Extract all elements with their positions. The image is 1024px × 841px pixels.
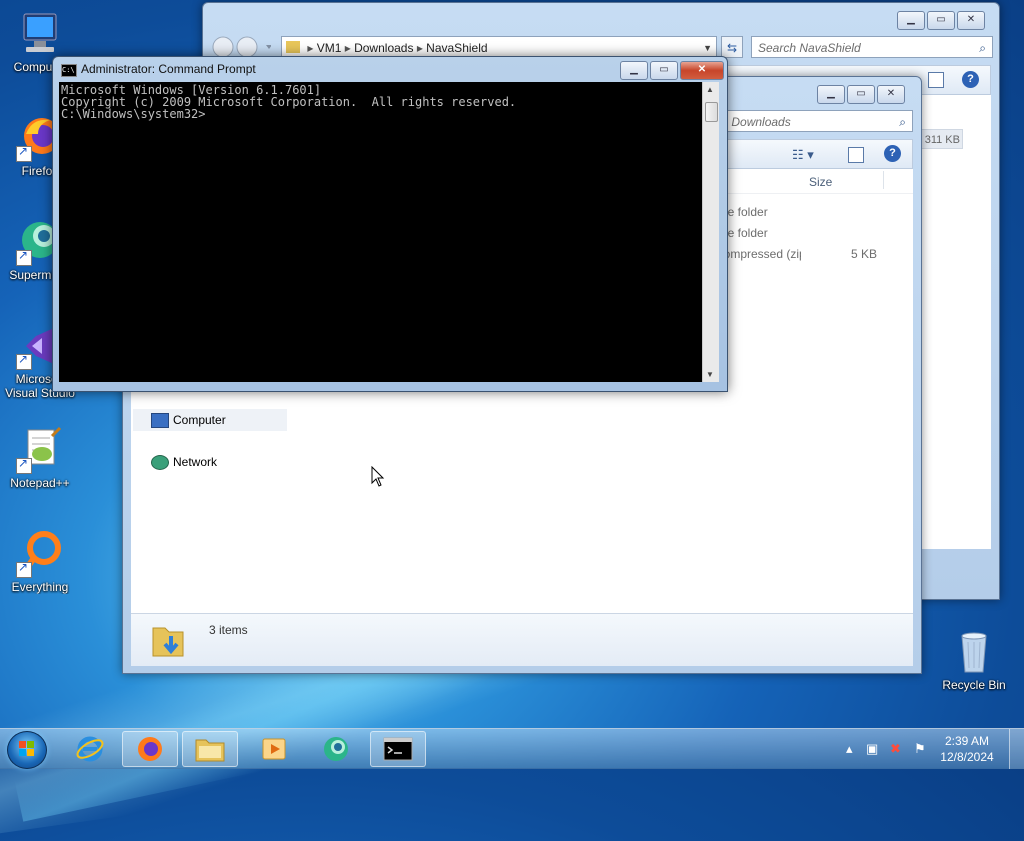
- view-options-icon[interactable]: ☷ ▾: [792, 147, 814, 163]
- show-desktop-button[interactable]: [1009, 729, 1024, 769]
- desktop-icon-label: Recycle Bin: [942, 678, 1006, 692]
- minimize-button[interactable]: ▁: [897, 11, 925, 30]
- scroll-up-icon[interactable]: ▲: [706, 85, 714, 94]
- console-scrollbar[interactable]: ▲ ▼: [702, 82, 719, 382]
- everything-icon: [16, 530, 64, 578]
- nav-item-label: Network: [173, 455, 218, 469]
- minimize-button[interactable]: ▁: [620, 61, 648, 80]
- help-icon[interactable]: ?: [962, 71, 979, 88]
- firefox-icon: [138, 737, 162, 761]
- status-item-count: 3 items: [209, 623, 248, 637]
- breadcrumb-item[interactable]: VM1: [317, 41, 342, 55]
- recycle-bin-icon: [950, 628, 998, 676]
- taskbar-explorer[interactable]: [182, 731, 238, 767]
- windows-logo-icon: [19, 741, 35, 757]
- taskbar-supermium[interactable]: [308, 731, 364, 767]
- folder-download-icon: [152, 627, 184, 657]
- supermium-icon: [324, 737, 348, 761]
- network-icon: [151, 455, 169, 470]
- refresh-button[interactable]: ⇆: [721, 36, 743, 58]
- clock-time: 2:39 AM: [944, 734, 990, 748]
- refresh-icon: ⇆: [726, 41, 738, 55]
- internet-explorer-icon: [76, 736, 104, 762]
- action-center-icon[interactable]: ⚑: [914, 741, 926, 757]
- shortcut-arrow-icon: [16, 456, 32, 474]
- caption-buttons: ▁ ▭ ✕: [897, 11, 985, 30]
- maximize-button[interactable]: ▭: [650, 61, 678, 80]
- taskbar-firefox[interactable]: [122, 731, 178, 767]
- show-hidden-icons-icon[interactable]: ▴: [846, 741, 853, 757]
- scroll-down-icon[interactable]: ▼: [706, 370, 714, 379]
- scroll-thumb[interactable]: [705, 102, 718, 122]
- shortcut-arrow-icon: [16, 352, 32, 370]
- preview-pane-icon[interactable]: [928, 72, 944, 88]
- close-button[interactable]: ✕: [680, 61, 724, 80]
- taskbar-internet-explorer[interactable]: [62, 731, 118, 767]
- desktop-icon-label: Notepad++: [10, 476, 70, 490]
- desktop-icon-recycle-bin[interactable]: Recycle Bin: [936, 628, 1012, 692]
- breadcrumb-item[interactable]: NavaShield: [426, 41, 487, 55]
- breadcrumb-arrow-icon: ▸: [416, 41, 427, 55]
- close-button[interactable]: ✕: [877, 85, 905, 104]
- details-size-chip: 311 KB: [915, 129, 963, 149]
- cmd-window[interactable]: C:\ Administrator: Command Prompt ▁ ▭ ✕ …: [52, 56, 728, 392]
- maximize-button[interactable]: ▭: [927, 11, 955, 30]
- nav-item-label: Computer: [173, 413, 226, 427]
- taskbar: ▴ ▣ ✖ ⚑ 2:39 AM 12/8/2024: [0, 728, 1024, 769]
- folder-icon: [195, 739, 225, 762]
- breadcrumb-arrow-icon: ▸: [307, 41, 317, 55]
- close-button[interactable]: ✕: [957, 11, 985, 30]
- maximize-button[interactable]: ▭: [847, 85, 875, 104]
- desktop-icon-everything[interactable]: Everything: [2, 530, 78, 594]
- network-status-icon[interactable]: ▣: [866, 741, 878, 757]
- help-icon[interactable]: ?: [884, 145, 901, 162]
- file-size: 5 KB: [851, 247, 878, 261]
- column-header-size[interactable]: Size: [809, 175, 832, 189]
- shortcut-arrow-icon: [16, 248, 32, 266]
- console-output[interactable]: Microsoft Windows [Version 6.1.7601] Copy…: [59, 82, 702, 382]
- details-pane: 3 items: [131, 613, 913, 666]
- start-button[interactable]: [7, 731, 47, 769]
- volume-muted-icon[interactable]: ✖: [890, 741, 901, 757]
- mouse-cursor-icon: [371, 466, 385, 487]
- caption-buttons: ▁ ▭ ✕: [817, 85, 905, 104]
- computer-icon: [151, 413, 169, 428]
- breadcrumb-arrow-icon: ▸: [344, 41, 355, 55]
- minimize-button[interactable]: ▁: [817, 85, 845, 104]
- nav-item-network[interactable]: Network: [133, 451, 287, 473]
- search-input[interactable]: Search NavaShield ⌕: [751, 36, 993, 58]
- computer-icon: [16, 10, 64, 58]
- desktop-icon-notepadpp[interactable]: Notepad++: [2, 426, 78, 490]
- clock-date: 12/8/2024: [940, 750, 994, 764]
- desktop-icon-label: Everything: [11, 580, 69, 594]
- shortcut-arrow-icon: [16, 144, 32, 162]
- command-prompt-icon: [383, 737, 413, 761]
- console-prompt: C:\Windows\system32>: [61, 107, 206, 121]
- column-divider: [883, 171, 884, 189]
- preview-pane-icon[interactable]: [848, 147, 864, 163]
- search-icon: ⌕: [899, 115, 906, 129]
- nav-item-computer[interactable]: Computer: [133, 409, 287, 431]
- caption-buttons: ▁ ▭ ✕: [620, 61, 724, 80]
- folder-icon: [286, 41, 300, 53]
- breadcrumb-item[interactable]: Downloads: [354, 41, 413, 55]
- search-icon: ⌕: [979, 41, 986, 55]
- window-title: Administrator: Command Prompt: [81, 62, 256, 76]
- search-placeholder: Search NavaShield: [758, 41, 861, 55]
- media-player-icon: [262, 738, 286, 760]
- taskbar-media-player[interactable]: [246, 731, 302, 767]
- shortcut-arrow-icon: [16, 560, 32, 578]
- notepadpp-icon: [16, 426, 64, 474]
- system-clock[interactable]: 2:39 AM 12/8/2024: [934, 733, 1000, 765]
- taskbar-command-prompt[interactable]: [370, 731, 426, 767]
- cmd-icon: C:\: [61, 64, 77, 77]
